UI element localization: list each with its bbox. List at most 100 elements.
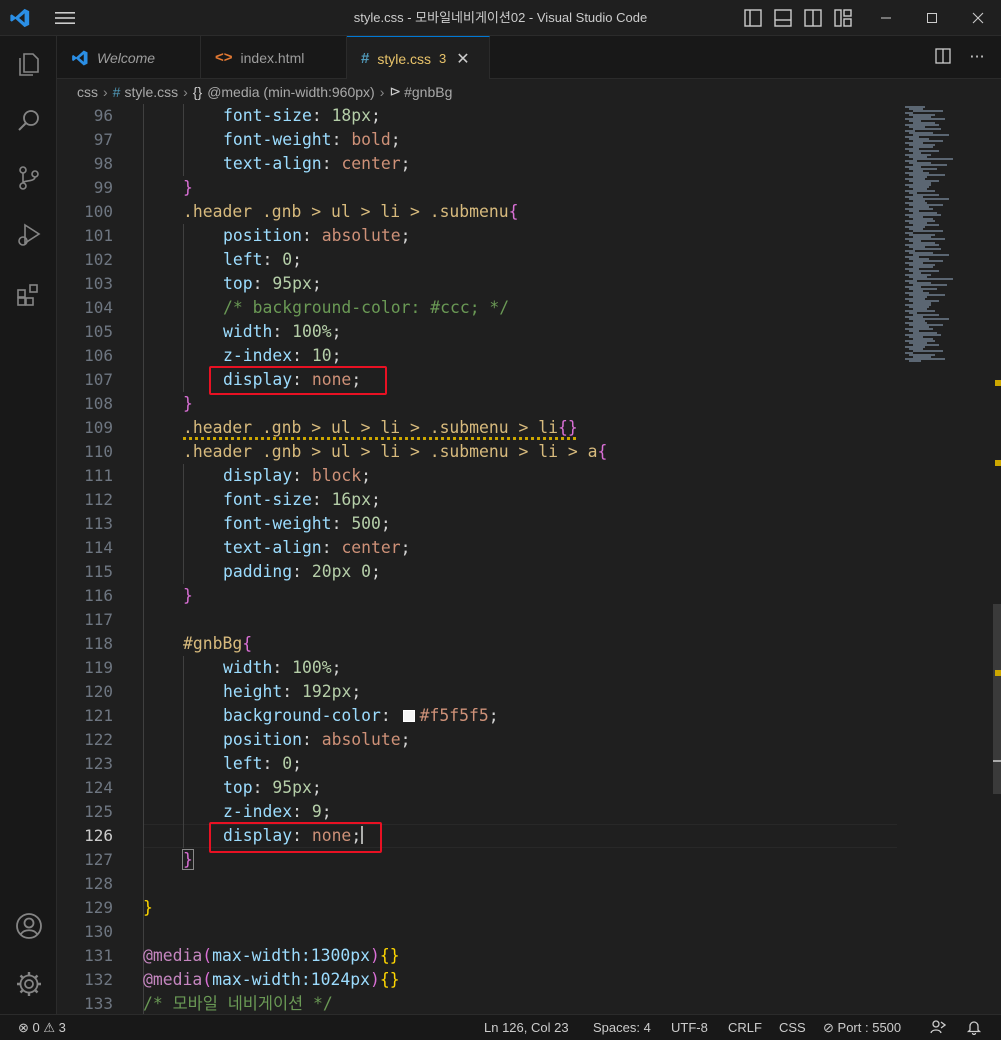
customize-layout-icon[interactable] — [832, 8, 854, 28]
maximize-button[interactable] — [909, 0, 955, 36]
breadcrumb-selector[interactable]: #gnbBg — [404, 84, 452, 100]
manage-button[interactable] — [0, 960, 57, 1008]
css-icon: # — [112, 83, 121, 100]
code-line: font-size: 16px; — [223, 490, 381, 509]
gear-icon — [16, 972, 41, 996]
code-line: height: 192px; — [223, 682, 362, 701]
breadcrumb-folder[interactable]: css — [77, 84, 98, 100]
accounts-button[interactable] — [0, 902, 57, 950]
minimap-line — [913, 248, 941, 250]
indent-guide — [183, 656, 184, 848]
status-bar: ⊗ 0 ⚠ 3 Ln 126, Col 23 Spaces: 4 UTF-8 C… — [0, 1014, 1001, 1040]
line-number: 113 — [84, 514, 113, 533]
code-content[interactable]: font-size: 18px; font-weight: bold; text… — [143, 104, 903, 1014]
extensions-icon — [16, 284, 38, 306]
source-control-button[interactable] — [0, 154, 57, 202]
code-line: width: 100%; — [223, 322, 342, 341]
problems-badge: 3 — [439, 51, 447, 66]
vscode-icon — [72, 50, 88, 65]
line-number: 108 — [84, 394, 113, 413]
problems-status[interactable]: ⊗ 0 ⚠ 3 — [18, 1015, 66, 1040]
encoding-status[interactable]: UTF-8 — [671, 1015, 708, 1040]
indent-guide — [143, 104, 144, 1014]
tab-index-html[interactable]: <> index.html — [201, 36, 347, 79]
tab-welcome[interactable]: Welcome — [57, 36, 201, 79]
cursor-position[interactable]: Ln 126, Col 23 — [484, 1015, 569, 1040]
code-line: #gnbBg{ — [183, 634, 253, 653]
toggle-primary-sidebar-icon[interactable] — [742, 8, 764, 28]
split-editor-icon[interactable] — [933, 46, 953, 66]
more-actions-icon[interactable]: ··· — [967, 46, 987, 66]
vertical-scrollbar[interactable] — [993, 104, 1001, 1014]
live-server-port[interactable]: ⊘ Port : 5500 — [823, 1015, 901, 1040]
breadcrumb-file[interactable]: style.css — [124, 84, 178, 100]
minimap-line — [913, 350, 943, 352]
line-number: 126 — [84, 826, 113, 845]
line-number: 125 — [84, 802, 113, 821]
close-tab-icon[interactable]: ✕ — [456, 49, 469, 69]
run-debug-button[interactable] — [0, 211, 57, 259]
feedback-icon[interactable] — [930, 1015, 947, 1040]
warning-marker — [995, 460, 1001, 466]
cursor-marker — [993, 760, 1001, 762]
toggle-panel-icon[interactable] — [772, 8, 794, 28]
minimap[interactable] — [901, 104, 993, 1014]
eol-status[interactable]: CRLF — [728, 1015, 762, 1040]
code-line: } — [183, 394, 193, 413]
css-icon: # — [361, 50, 370, 67]
code-line: } — [183, 586, 193, 605]
line-number: 132 — [84, 970, 113, 989]
warning-count: 3 — [58, 1020, 66, 1035]
code-line: font-weight: 500; — [223, 514, 391, 533]
minimap-line — [913, 110, 943, 112]
minimize-button[interactable] — [863, 0, 909, 36]
notifications-bell-icon[interactable] — [966, 1015, 982, 1040]
language-mode[interactable]: CSS — [779, 1015, 806, 1040]
extensions-button[interactable] — [0, 271, 57, 319]
chevron-right-icon: › — [183, 83, 188, 100]
title-bar: style.css - 모바일네비게이션02 - Visual Studio C… — [0, 0, 1001, 36]
tab-label: Welcome — [97, 49, 156, 66]
indent-guide — [183, 464, 184, 584]
code-line: left: 0; — [223, 754, 302, 773]
toggle-secondary-sidebar-icon[interactable] — [802, 8, 824, 28]
code-line: top: 95px; — [223, 274, 322, 293]
line-number-gutter: 96 97 98 99 100 101 102 103 104 105 106 107 108 109 11… — [57, 104, 113, 1014]
color-swatch[interactable] — [402, 710, 415, 722]
activity-bar — [0, 36, 57, 1014]
line-number: 110 — [84, 442, 113, 461]
code-line: background-color: #f5f5f5; — [223, 706, 499, 725]
search-icon — [17, 110, 39, 131]
line-number: 101 — [84, 226, 113, 245]
line-number: 119 — [84, 658, 113, 677]
line-number: 103 — [84, 274, 113, 293]
code-editor[interactable]: 96 97 98 99 100 101 102 103 104 105 106 107 108 109 11… — [57, 104, 1001, 1014]
code-line: } — [183, 178, 193, 197]
files-icon — [18, 53, 39, 76]
line-number: 99 — [93, 178, 113, 197]
code-line: /* 모바일 네비게이션 */ — [143, 994, 333, 1013]
tab-style-css[interactable]: # style.css 3 ✕ — [347, 36, 490, 80]
scrollbar-thumb[interactable] — [993, 604, 1001, 794]
chevron-right-icon: › — [379, 83, 385, 100]
code-line: left: 0; — [223, 250, 302, 269]
line-number: 98 — [93, 154, 113, 173]
close-window-button[interactable] — [955, 0, 1001, 36]
search-button[interactable] — [0, 97, 57, 145]
minimize-icon — [881, 17, 891, 19]
code-line: padding: 20px 0; — [223, 562, 381, 581]
error-count: 0 — [32, 1020, 40, 1035]
html-icon: <> — [215, 49, 233, 66]
indentation-status[interactable]: Spaces: 4 — [593, 1015, 651, 1040]
code-line: } — [143, 898, 153, 917]
code-line: width: 100%; — [223, 658, 342, 677]
explorer-button[interactable] — [0, 40, 57, 88]
breadcrumb: css › # style.css › {} @media (min-width… — [57, 79, 1001, 104]
line-number: 121 — [84, 706, 113, 725]
selector-icon: ⊳ — [389, 83, 402, 99]
breadcrumb-media[interactable]: @media (min-width:960px) — [207, 84, 375, 100]
line-number: 133 — [84, 994, 113, 1013]
braces-icon: {} — [192, 83, 203, 100]
line-number: 105 — [84, 322, 113, 341]
line-number: 117 — [84, 610, 113, 629]
